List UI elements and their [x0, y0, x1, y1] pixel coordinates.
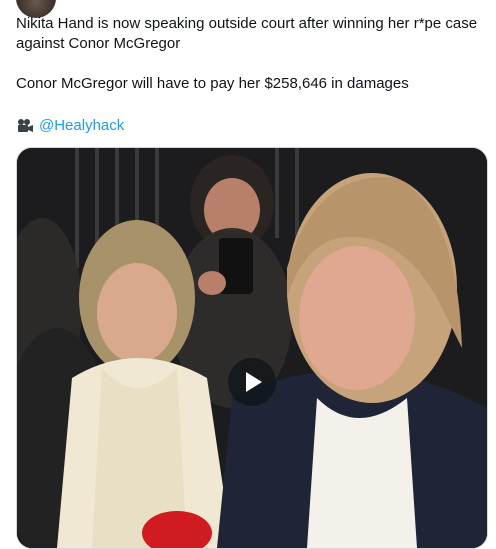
play-icon	[246, 372, 262, 392]
tweet-line-2: Conor McGregor will have to pay her $258…	[16, 75, 409, 92]
video-credit: @Healyhack	[16, 116, 124, 136]
credit-handle-link[interactable]: @Healyhack	[39, 116, 124, 136]
tweet-text: Nikita Hand is now speaking outside cour…	[16, 14, 484, 94]
video-thumbnail	[17, 148, 487, 548]
video-camera-icon	[16, 118, 34, 134]
tweet-line-1: Nikita Hand is now speaking outside cour…	[16, 15, 478, 52]
video-player[interactable]	[16, 147, 488, 549]
play-button[interactable]	[228, 358, 276, 406]
